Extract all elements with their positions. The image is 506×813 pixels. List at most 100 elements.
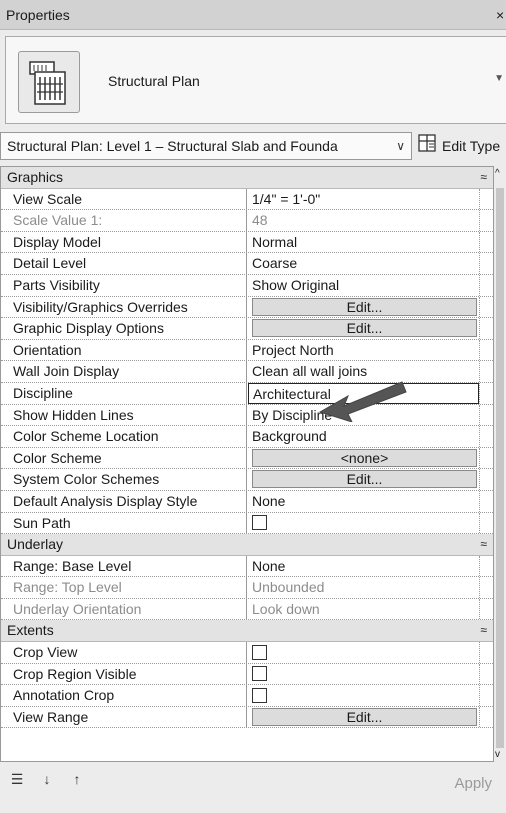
property-row: Crop Region Visible bbox=[1, 663, 493, 686]
collapse-icon[interactable]: ≈ bbox=[480, 534, 487, 556]
property-row[interactable]: Show Hidden Lines By Discipline bbox=[1, 404, 493, 427]
sort-ascending-icon[interactable]: ↓ bbox=[36, 768, 58, 790]
structural-plan-icon bbox=[18, 51, 80, 113]
property-value[interactable]: Show Original bbox=[248, 275, 479, 296]
property-name: Default Analysis Display Style bbox=[1, 490, 247, 512]
property-value[interactable]: Background bbox=[248, 426, 479, 447]
property-value[interactable]: Coarse bbox=[248, 253, 479, 274]
categorize-icon[interactable]: ☰ bbox=[6, 768, 28, 790]
edit-type-icon bbox=[418, 133, 436, 161]
properties-footer: ☰ ↓ ↑ Apply bbox=[0, 764, 506, 813]
property-value[interactable]: Normal bbox=[248, 232, 479, 253]
scroll-down-icon[interactable]: v bbox=[495, 749, 500, 760]
view-instance-dropdown[interactable]: Structural Plan: Level 1 – Structural Sl… bbox=[0, 132, 412, 160]
property-row: Range: Top Level Unbounded bbox=[1, 577, 493, 599]
property-name: Wall Join Display bbox=[1, 361, 247, 382]
group-header-underlay[interactable]: Underlay ≈ bbox=[1, 534, 493, 556]
graphic-display-edit-button[interactable]: Edit... bbox=[252, 319, 477, 338]
property-name: Parts Visibility bbox=[1, 274, 247, 296]
property-value: <none> bbox=[248, 448, 479, 469]
property-name: Underlay Orientation bbox=[1, 598, 247, 620]
property-name: View Scale bbox=[1, 188, 247, 210]
vertical-scrollbar[interactable]: ^ v bbox=[494, 166, 506, 762]
group-header-extents[interactable]: Extents ≈ bbox=[1, 620, 493, 643]
annotation-crop-checkbox[interactable] bbox=[252, 688, 267, 704]
edit-type-label: Edit Type bbox=[442, 138, 501, 154]
property-name: Orientation bbox=[1, 339, 247, 361]
property-row[interactable]: Wall Join Display Clean all wall joins bbox=[1, 361, 493, 383]
property-value bbox=[248, 513, 479, 534]
edit-type-button[interactable]: Edit Type bbox=[418, 132, 500, 160]
group-header-graphics[interactable]: Graphics ≈ bbox=[1, 167, 493, 189]
sun-path-checkbox[interactable] bbox=[252, 515, 267, 531]
property-row: Sun Path bbox=[1, 512, 493, 535]
property-name: Display Model bbox=[1, 231, 247, 253]
property-row[interactable]: Default Analysis Display Style None bbox=[1, 490, 493, 513]
property-value[interactable]: By Discipline bbox=[248, 405, 479, 426]
collapse-icon[interactable]: ≈ bbox=[480, 167, 487, 189]
property-value[interactable]: Project North bbox=[248, 340, 479, 361]
property-value[interactable]: None bbox=[248, 491, 479, 512]
property-row-discipline[interactable]: Discipline Architectural bbox=[1, 382, 493, 405]
property-name: Scale Value 1: bbox=[1, 210, 247, 231]
property-name: Range: Top Level bbox=[1, 577, 247, 598]
property-value: Edit... bbox=[248, 297, 479, 318]
property-row: View Range Edit... bbox=[1, 706, 493, 729]
apply-button[interactable]: Apply bbox=[418, 769, 492, 799]
property-value bbox=[248, 685, 479, 706]
property-name: Crop Region Visible bbox=[1, 663, 247, 685]
property-row: Visibility/Graphics Overrides Edit... bbox=[1, 296, 493, 319]
type-selector[interactable]: Structural Plan ▼ bbox=[5, 36, 506, 124]
property-name: Range: Base Level bbox=[1, 555, 247, 577]
color-scheme-button[interactable]: <none> bbox=[252, 448, 477, 467]
property-name: Detail Level bbox=[1, 253, 247, 274]
property-row[interactable]: Detail Level Coarse bbox=[1, 253, 493, 275]
property-name: Color Scheme Location bbox=[1, 426, 247, 447]
property-row[interactable]: Orientation Project North bbox=[1, 339, 493, 362]
collapse-icon[interactable]: ≈ bbox=[480, 620, 487, 642]
properties-title-bar: Properties × bbox=[0, 0, 506, 30]
system-color-schemes-edit-button[interactable]: Edit... bbox=[252, 470, 477, 489]
property-row[interactable]: Range: Base Level None bbox=[1, 555, 493, 578]
property-row[interactable]: View Scale 1/4" = 1'-0" bbox=[1, 188, 493, 211]
property-name: Visibility/Graphics Overrides bbox=[1, 296, 247, 318]
property-row: Annotation Crop bbox=[1, 685, 493, 707]
scroll-up-icon[interactable]: ^ bbox=[495, 168, 500, 179]
property-row[interactable]: Parts Visibility Show Original bbox=[1, 274, 493, 297]
crop-region-visible-checkbox[interactable] bbox=[252, 666, 267, 682]
group-label: Graphics bbox=[7, 169, 64, 185]
property-name: Annotation Crop bbox=[1, 685, 247, 706]
property-row: System Color Schemes Edit... bbox=[1, 469, 493, 491]
property-value: Look down bbox=[252, 600, 320, 617]
property-row: Color Scheme <none> bbox=[1, 447, 493, 470]
close-icon[interactable]: × bbox=[496, 0, 506, 30]
view-instance-value: Structural Plan: Level 1 – Structural Sl… bbox=[7, 138, 338, 154]
group-label: Extents bbox=[7, 622, 54, 639]
property-value[interactable]: None bbox=[248, 556, 479, 577]
property-name: Crop View bbox=[1, 642, 247, 663]
property-value: Unbounded bbox=[252, 579, 325, 596]
chevron-down-icon: ∨ bbox=[396, 139, 405, 153]
property-row[interactable]: Color Scheme Location Background bbox=[1, 426, 493, 448]
vg-overrides-edit-button[interactable]: Edit... bbox=[252, 297, 477, 316]
chevron-down-icon[interactable]: ▼ bbox=[494, 73, 504, 84]
property-value[interactable]: 1/4" = 1'-0" bbox=[248, 189, 479, 210]
view-range-edit-button[interactable]: Edit... bbox=[252, 707, 477, 726]
window-title: Properties bbox=[6, 7, 70, 23]
property-name: Color Scheme bbox=[1, 447, 247, 469]
property-row: Underlay Orientation Look down bbox=[1, 598, 493, 621]
discipline-value-field[interactable]: Architectural bbox=[248, 382, 479, 404]
property-row: Graphic Display Options Edit... bbox=[1, 318, 493, 340]
property-value: Edit... bbox=[248, 469, 479, 490]
property-row[interactable]: Display Model Normal bbox=[1, 231, 493, 254]
properties-grid: Graphics ≈ View Scale 1/4" = 1'-0" Scale … bbox=[0, 166, 494, 762]
property-row: Crop View bbox=[1, 642, 493, 664]
group-label: Underlay bbox=[7, 536, 64, 553]
property-name: View Range bbox=[1, 706, 247, 728]
crop-view-checkbox[interactable] bbox=[252, 644, 267, 660]
sort-descending-icon[interactable]: ↑ bbox=[66, 768, 88, 790]
property-value: Edit... bbox=[248, 318, 479, 339]
property-name: Show Hidden Lines bbox=[1, 404, 247, 426]
property-value[interactable]: Clean all wall joins bbox=[248, 361, 479, 382]
scrollbar-thumb[interactable] bbox=[496, 188, 504, 748]
